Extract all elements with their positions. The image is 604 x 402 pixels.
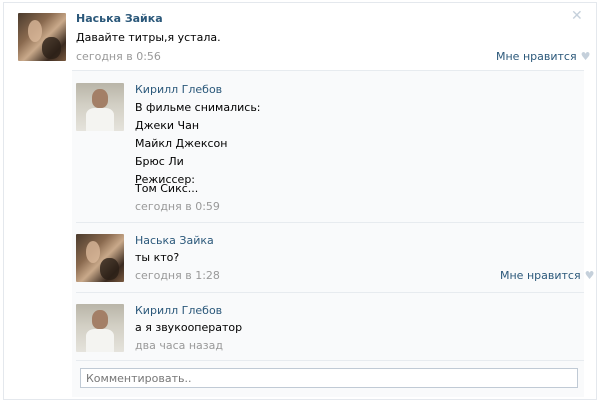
comment-avatar[interactable] xyxy=(76,304,124,352)
comment-like-button[interactable]: Мне нравится ♥ xyxy=(500,269,594,282)
comment-line: В фильме снимались: xyxy=(135,101,261,114)
comment-line: Майкл Джексон xyxy=(135,137,228,150)
comment-author-name[interactable]: Кирилл Глебов xyxy=(135,304,222,317)
comment-author-name[interactable]: Наська Зайка xyxy=(135,234,214,247)
comment-line: а я звукооператор xyxy=(135,321,243,334)
comment-divider xyxy=(76,292,584,293)
comment-time[interactable]: два часа назад xyxy=(135,339,223,352)
comment-line: Брюс Ли xyxy=(135,155,184,168)
comment-input[interactable] xyxy=(80,368,578,388)
comment-author-name[interactable]: Кирилл Глебов xyxy=(135,83,222,96)
comment-avatar[interactable] xyxy=(76,83,124,131)
heart-icon: ♥ xyxy=(584,269,595,282)
post-author-name[interactable]: Наська Зайка xyxy=(76,12,163,25)
comment-line: ты кто? xyxy=(135,251,180,264)
comment-divider xyxy=(76,360,584,361)
post-like-button[interactable]: Мне нравится ♥ xyxy=(496,50,590,63)
comment-avatar[interactable] xyxy=(76,234,124,282)
post-time[interactable]: сегодня в 0:56 xyxy=(76,50,161,63)
comment-time[interactable]: сегодня в 0:59 xyxy=(135,200,220,213)
like-label: Мне нравится xyxy=(500,269,581,282)
post-text: Давайте титры,я устала. xyxy=(76,31,221,44)
post-author-avatar[interactable] xyxy=(18,13,66,61)
comment-line: Джеки Чан xyxy=(135,119,200,132)
comment-time[interactable]: сегодня в 1:28 xyxy=(135,269,220,282)
heart-icon: ♥ xyxy=(580,50,591,63)
comment-line: Том Сикс... xyxy=(135,182,199,195)
like-label: Мне нравится xyxy=(496,50,577,63)
comment-divider xyxy=(76,222,584,223)
close-icon[interactable]: ✕ xyxy=(571,9,583,23)
